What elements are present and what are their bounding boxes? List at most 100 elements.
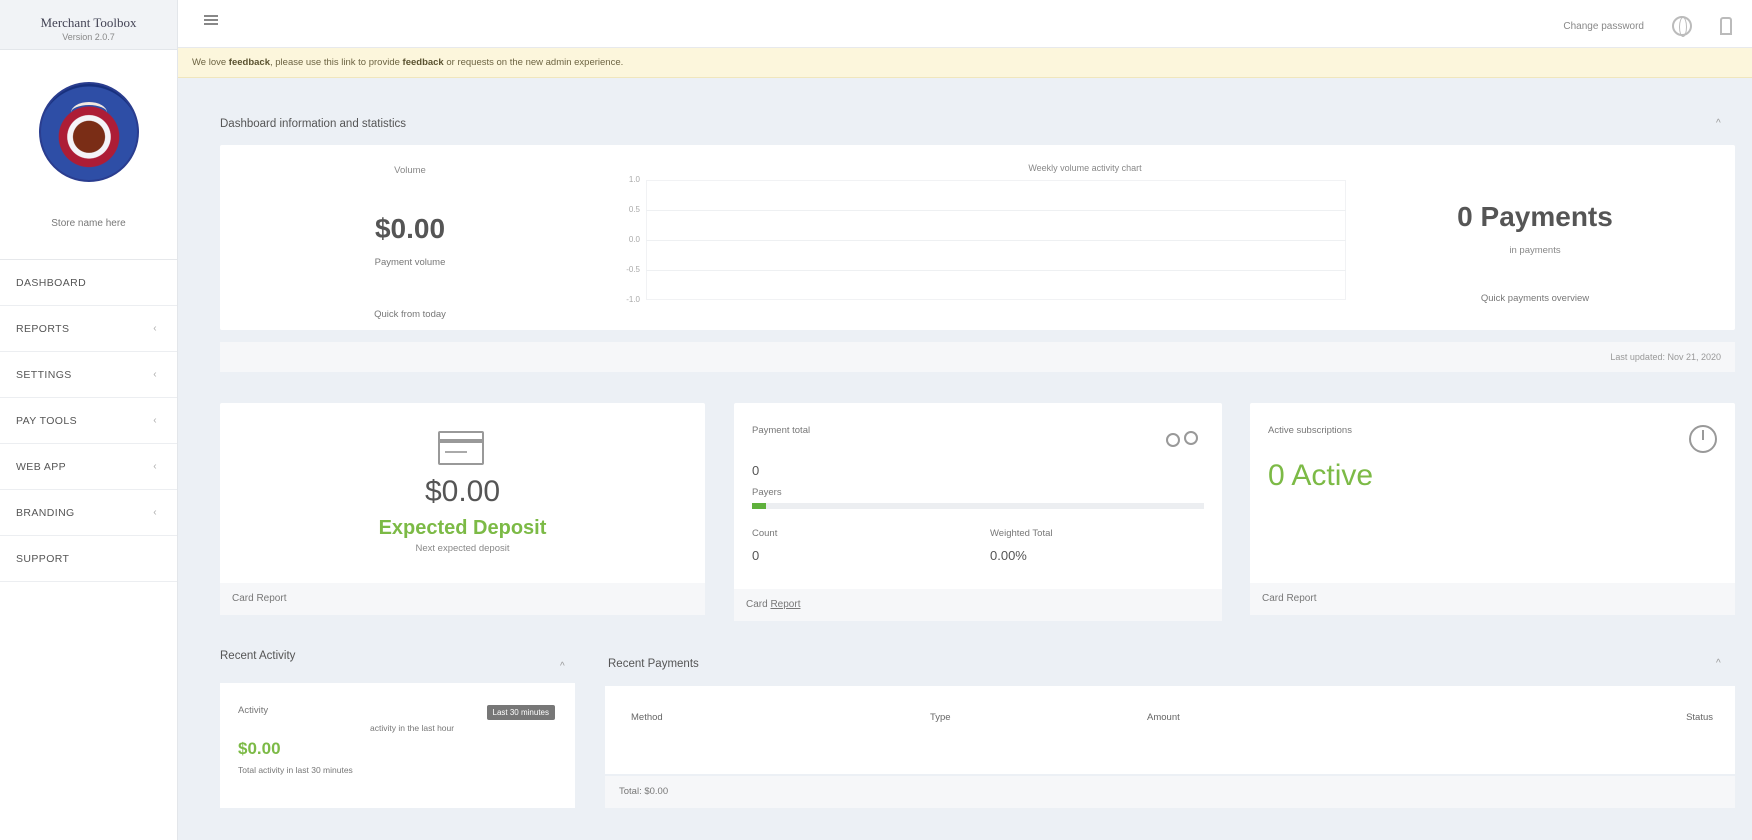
payers-label-1: Count: [752, 528, 778, 539]
grid-line: [646, 210, 1346, 211]
payments-footer: Total: $0.00: [605, 776, 1735, 808]
recent-activity-title: Recent Activity: [220, 650, 296, 662]
time-range-badge: Last 30 minutes: [486, 705, 555, 720]
activity-sub: Total activity in last 30 minutes: [238, 765, 353, 775]
sidebar-item-support[interactable]: SUPPORT: [0, 536, 177, 582]
grid-line: [646, 270, 1346, 271]
brand[interactable]: Merchant Toolbox Version 2.0.7: [0, 0, 177, 50]
payers-progress: [752, 503, 1204, 509]
payments-table: Method Type Amount Status: [605, 686, 1735, 774]
payers-label-2: Weighted Total: [990, 528, 1053, 539]
report-link[interactable]: Report: [770, 599, 800, 610]
subscriptions-title: Active subscriptions: [1268, 425, 1352, 436]
y-tick: 0.5: [628, 205, 640, 214]
alert-middle: , please use this link to provide: [269, 57, 403, 68]
payers-count: 0: [752, 463, 760, 478]
chevron-icon: ‹: [153, 461, 157, 472]
y-tick: 0.0: [628, 235, 640, 244]
collapse-icon[interactable]: ^: [560, 661, 565, 672]
sidebar-item-label: WEB APP: [16, 460, 67, 473]
column-amount[interactable]: Amount: [1147, 712, 1180, 723]
card-report-link[interactable]: Card Report: [1250, 583, 1735, 615]
column-method[interactable]: Method: [631, 712, 663, 723]
alert-feedback-link[interactable]: feedback: [403, 57, 444, 68]
stats-panel: Volume $0.00 Payment volume Quick from t…: [220, 145, 1735, 330]
payments-link[interactable]: Quick payments overview: [1335, 293, 1735, 304]
stats-title: Dashboard information and statistics: [220, 118, 407, 130]
store-name: Store name here: [51, 218, 126, 229]
globe-icon[interactable]: [1672, 16, 1692, 37]
sidebar-nav: DASHBOARD REPORTS ‹ SETTINGS ‹ PAY TOOLS ‹ …: [0, 259, 177, 582]
y-tick: -1.0: [626, 295, 640, 304]
sidebar-item-settings[interactable]: SETTINGS ‹: [0, 352, 177, 398]
feedback-alert: We love feedback, please use this link t…: [178, 48, 1752, 78]
volume-column: Volume $0.00 Payment volume Quick from t…: [220, 145, 600, 330]
payments-count: 0 Payments: [1457, 201, 1613, 232]
sidebar-item-pay-tools[interactable]: PAY TOOLS ‹: [0, 398, 177, 444]
activity-card: Activity Last 30 minutes activity in the…: [220, 683, 575, 808]
payers-card: Payment total 0 Payers Count 0 Weighted …: [734, 403, 1222, 621]
recent-payments-title: Recent Payments: [608, 658, 699, 670]
sidebar: Merchant Toolbox Version 2.0.7 Store nam…: [0, 0, 178, 840]
subscriptions-value: 0 Active: [1268, 459, 1374, 492]
volume-value: $0.00: [374, 213, 446, 244]
activity-note: activity in the last hour: [370, 723, 455, 733]
sidebar-item-web-app[interactable]: WEB APP ‹: [0, 444, 177, 490]
sidebar-item-label: REPORTS: [16, 322, 70, 335]
payers-title: Payment total: [752, 425, 811, 436]
subscriptions-card: Active subscriptions 0 Active Card Repor…: [1250, 403, 1735, 615]
activity-value: $0.00: [238, 739, 281, 758]
deposit-value: $0.00: [424, 475, 501, 508]
sidebar-item-label: SETTINGS: [16, 368, 72, 381]
chevron-icon: ‹: [153, 415, 157, 426]
change-password-link[interactable]: Change password: [1563, 21, 1644, 32]
menu-icon[interactable]: [204, 15, 218, 25]
deposit-card: $0.00 Expected Deposit Next expected dep…: [220, 403, 705, 615]
y-tick: 1.0: [628, 175, 640, 184]
sidebar-item-label: BRANDING: [16, 506, 75, 519]
sidebar-item-label: DASHBOARD: [16, 276, 87, 289]
chevron-icon: ‹: [153, 369, 157, 380]
volume-link[interactable]: Quick from today: [220, 309, 600, 320]
alert-feedback-link[interactable]: feedback: [229, 57, 270, 68]
payments-column: 0 Payments in payments Quick payments ov…: [1335, 145, 1735, 330]
credit-card-icon: [438, 431, 484, 465]
activity-label: Activity: [238, 705, 269, 716]
payments-sublabel: in payments: [1509, 245, 1561, 256]
sidebar-item-dashboard[interactable]: DASHBOARD: [0, 260, 177, 306]
column-status[interactable]: Status: [1686, 712, 1713, 723]
deposit-label: Expected Deposit: [378, 517, 547, 539]
brand-title: Merchant Toolbox: [40, 15, 137, 30]
version-label: Version 2.0.7: [62, 32, 115, 42]
column-type[interactable]: Type: [930, 712, 951, 723]
volume-label: Volume: [394, 165, 426, 176]
sidebar-item-label: SUPPORT: [16, 552, 70, 565]
top-right-controls: Change password: [1563, 16, 1732, 37]
people-icon: [1162, 429, 1206, 463]
sidebar-item-reports[interactable]: REPORTS ‹: [0, 306, 177, 352]
payers-value-2: 0.00%: [990, 548, 1027, 563]
collapse-icon[interactable]: ^: [1716, 118, 1721, 129]
grid-line: [646, 240, 1346, 241]
payers-value-1: 0: [752, 548, 760, 563]
alert-prefix: We love: [192, 57, 229, 68]
alert-suffix: or requests on the new admin experience.: [443, 57, 624, 68]
payers-count-label: Payers: [752, 487, 782, 498]
y-tick: -0.5: [626, 265, 640, 274]
chevron-icon: ‹: [153, 507, 157, 518]
stats-footer: Last updated: Nov 21, 2020: [220, 342, 1735, 372]
sidebar-item-label: PAY TOOLS: [16, 414, 77, 427]
volume-sublabel: Payment volume: [374, 257, 446, 268]
card-footer: Card Report: [734, 589, 1222, 621]
chevron-icon: ‹: [153, 323, 157, 334]
top-bar: Change password: [178, 0, 1752, 48]
collapse-icon[interactable]: ^: [1716, 658, 1721, 669]
clock-icon: [1689, 425, 1717, 453]
card-report-link[interactable]: Card Report: [220, 583, 705, 615]
card-footer-prefix: Card: [746, 599, 771, 610]
progress-fill: [752, 503, 766, 509]
deposit-sublabel: Next expected deposit: [415, 543, 510, 554]
sidebar-item-branding[interactable]: BRANDING ‹: [0, 490, 177, 536]
user-icon[interactable]: [1720, 17, 1732, 35]
store-logo: [38, 82, 139, 182]
